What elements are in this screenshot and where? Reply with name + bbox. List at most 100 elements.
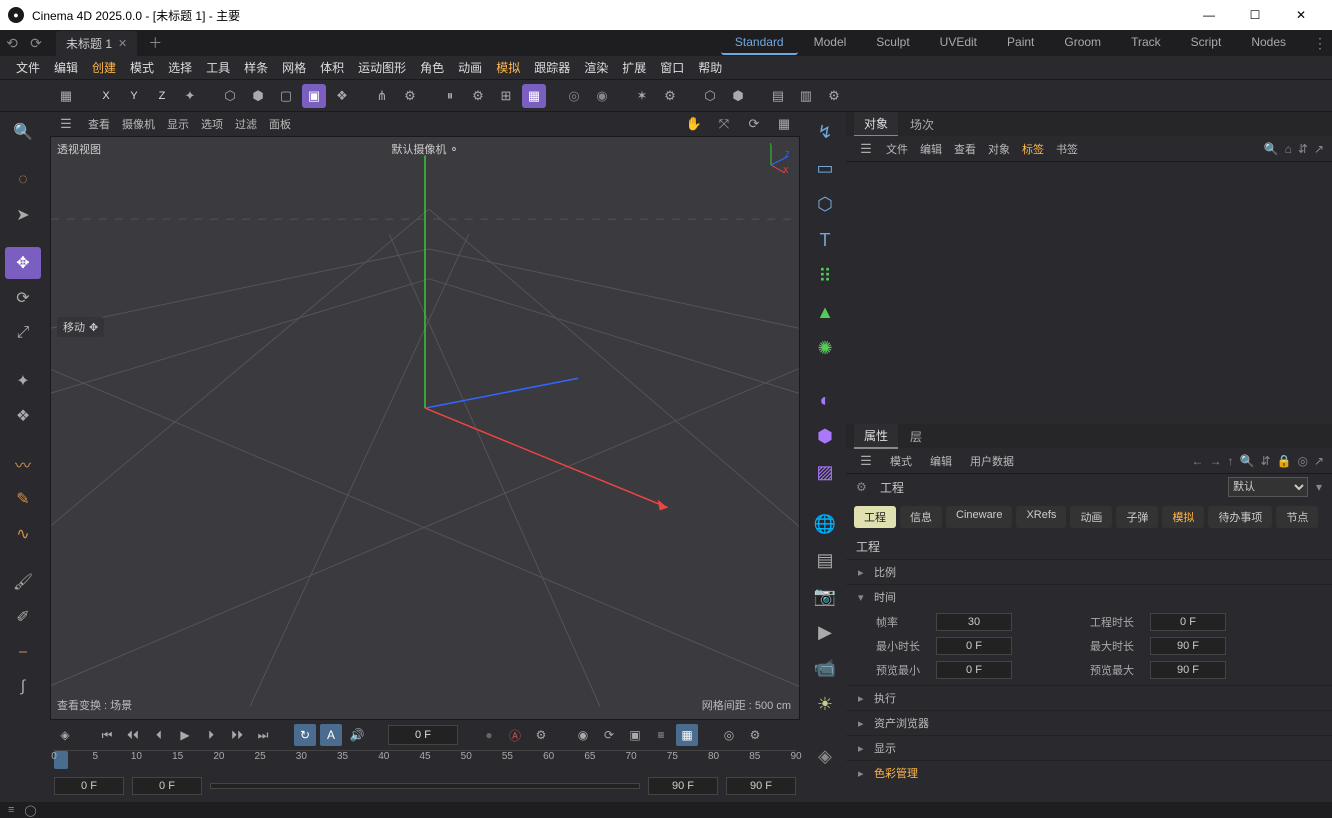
p-render-icon[interactable]: ▶ [809, 616, 841, 648]
point-mode-icon[interactable]: ✦ [5, 365, 41, 397]
grid-icon[interactable]: ⊞ [494, 84, 518, 108]
menu-12[interactable]: 模拟 [490, 57, 526, 78]
key-scale-icon[interactable]: ▣ [624, 724, 646, 746]
tool-cube-active-icon[interactable]: ▣ [302, 84, 326, 108]
key-pos-icon[interactable]: ◉ [572, 724, 594, 746]
project-dd-icon[interactable]: ▾ [1316, 480, 1322, 494]
sketch-tool-icon[interactable]: ✐ [5, 601, 41, 633]
vp-menu-2[interactable]: 显示 [161, 117, 195, 133]
menu-0[interactable]: 文件 [10, 57, 46, 78]
p-field-icon[interactable]: ✺ [809, 332, 841, 364]
obj-menu-4[interactable]: 标签 [1016, 142, 1050, 158]
clap-icon[interactable]: ▤ [766, 84, 790, 108]
time-ruler[interactable]: 051015202530354045505560657075808590 [54, 750, 796, 774]
snap-icon[interactable]: ▦ [522, 84, 546, 108]
tool-hex-a-icon[interactable]: ⬡ [218, 84, 242, 108]
gear3-icon[interactable]: ⚙ [658, 84, 682, 108]
viewport-camera-label[interactable]: 默认摄像机 ⚬ [391, 141, 458, 157]
p-text-icon[interactable]: T [809, 224, 841, 256]
next-key-icon[interactable]: ⏵⏵ [226, 724, 248, 746]
layout-uvedit[interactable]: UVEdit [926, 31, 991, 55]
layout-groom[interactable]: Groom [1050, 31, 1115, 55]
field-value-3[interactable]: 90 F [1150, 637, 1226, 655]
object-tree[interactable] [846, 162, 1332, 424]
brush-tool-icon[interactable]: 🖌 [5, 566, 41, 598]
attr-filter-icon[interactable]: ⇵ [1260, 454, 1270, 468]
menu-7[interactable]: 网格 [276, 57, 312, 78]
attr-tab-6[interactable]: 模拟 [1162, 506, 1204, 528]
sound-icon[interactable]: 🔊 [346, 724, 368, 746]
bug-icon[interactable]: ✶ [630, 84, 654, 108]
menu-4[interactable]: 选择 [162, 57, 198, 78]
menu-10[interactable]: 角色 [414, 57, 450, 78]
p-volume-icon[interactable]: ⬢ [809, 420, 841, 452]
field-value-2[interactable]: 0 F [936, 637, 1012, 655]
tool-hex-b-icon[interactable]: ⬢ [246, 84, 270, 108]
attr-search-icon[interactable]: 🔍 [1239, 454, 1254, 468]
accordion-5[interactable]: ▸色彩管理 [846, 760, 1332, 785]
hex-outline-icon[interactable]: ⬡ [698, 84, 722, 108]
menu-13[interactable]: 跟踪器 [528, 57, 576, 78]
menu-6[interactable]: 样条 [238, 57, 274, 78]
obj-filter-icon[interactable]: ⇵ [1298, 142, 1308, 156]
layout-nodes[interactable]: Nodes [1237, 31, 1300, 55]
accordion-1[interactable]: ▾时间 [846, 584, 1332, 609]
p-material-icon[interactable]: ◈ [809, 740, 841, 772]
pen-tool-icon[interactable]: ✎ [5, 483, 41, 515]
circle-b-icon[interactable]: ◉ [590, 84, 614, 108]
menu-2[interactable]: 创建 [86, 57, 122, 78]
vp-menu-4[interactable]: 过滤 [229, 117, 263, 133]
p-remesh-icon[interactable]: ▨ [809, 456, 841, 488]
attr-new-icon[interactable]: ◎ [1297, 454, 1307, 468]
attr-popout-icon[interactable]: ↗ [1314, 454, 1324, 468]
p-deform-icon[interactable]: ◐ [809, 384, 841, 416]
menu-8[interactable]: 体积 [314, 57, 350, 78]
menu-14[interactable]: 渲染 [578, 57, 614, 78]
move-tool-icon[interactable]: ✥ [5, 247, 41, 279]
layout-paint[interactable]: Paint [993, 31, 1048, 55]
vp-rotate-icon[interactable]: ⟳ [742, 112, 766, 136]
p-cloner-icon[interactable]: ⠿ [809, 260, 841, 292]
hold-icon[interactable]: ⏸ [438, 84, 462, 108]
hex-fill-icon[interactable]: ⬢ [726, 84, 750, 108]
key-param-icon[interactable]: ≡ [650, 724, 672, 746]
project-preset-select[interactable]: 默认 [1228, 477, 1308, 497]
tool-fork-icon[interactable]: ⋔ [370, 84, 394, 108]
attr-back-icon[interactable]: ← [1191, 454, 1203, 468]
range-start2-field[interactable]: 0 F [132, 777, 202, 795]
tool-cluster-icon[interactable]: ❖ [330, 84, 354, 108]
key-pla-icon[interactable]: ▦ [676, 724, 698, 746]
status-menu-icon[interactable]: ≡ [8, 804, 14, 816]
key-rot-icon[interactable]: ⟳ [598, 724, 620, 746]
obj-menu-3[interactable]: 对象 [982, 142, 1016, 158]
menu-3[interactable]: 模式 [124, 57, 160, 78]
undo-button[interactable]: ⟲ [0, 31, 24, 55]
attr-tab-3[interactable]: XRefs [1016, 506, 1066, 528]
p-spline-icon[interactable]: ↯ [809, 116, 841, 148]
menu-1[interactable]: 编辑 [48, 57, 84, 78]
autokey-icon[interactable]: A [320, 724, 342, 746]
vp-menu-5[interactable]: 面板 [263, 117, 297, 133]
menu-16[interactable]: 窗口 [654, 57, 690, 78]
obj-menu-0[interactable]: 文件 [880, 142, 914, 158]
obj-menu-5[interactable]: 书签 [1050, 142, 1084, 158]
accordion-3[interactable]: ▸资产浏览器 [846, 710, 1332, 735]
attr-tab-7[interactable]: 待办事项 [1208, 506, 1272, 528]
attr-tab-0[interactable]: 工程 [854, 506, 896, 528]
vp-hand-icon[interactable]: ✋ [682, 112, 706, 136]
range-track[interactable] [210, 783, 640, 789]
vp-menu-3[interactable]: 选项 [195, 117, 229, 133]
vp-menu-icon[interactable]: ☰ [54, 112, 78, 136]
maximize-button[interactable]: ☐ [1232, 0, 1278, 30]
vp-move-icon[interactable]: ⤧ [712, 112, 736, 136]
layout-sculpt[interactable]: Sculpt [862, 31, 923, 55]
obj-menu-1[interactable]: 编辑 [914, 142, 948, 158]
p-camera-icon[interactable]: 📷 [809, 580, 841, 612]
rec-autokey-icon[interactable]: Ⓐ [504, 724, 526, 746]
select-tool-icon[interactable]: ◌ [5, 164, 41, 196]
p-world-icon[interactable]: 🌐 [809, 508, 841, 540]
attr-menu-icon[interactable]: ☰ [854, 449, 878, 473]
close-tab-icon[interactable]: ✕ [118, 37, 127, 50]
obj-menu-icon[interactable]: ☰ [854, 137, 878, 161]
layout-standard[interactable]: Standard [721, 31, 798, 55]
